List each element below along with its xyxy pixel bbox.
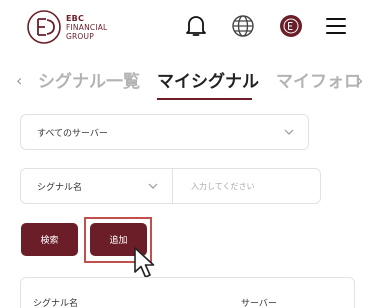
menu-button[interactable]: [322, 12, 350, 40]
header: EBC FINANCIAL GROUP: [0, 0, 375, 56]
globe-icon: [232, 15, 254, 37]
mouse-cursor-icon: [134, 247, 155, 278]
bell-icon: [186, 16, 206, 36]
notifications-button[interactable]: [182, 12, 210, 40]
column-header-signal-name: シグナル名: [33, 299, 79, 308]
language-button[interactable]: [229, 12, 257, 40]
logo-line-1: EBC: [66, 13, 85, 23]
signal-search-input[interactable]: [181, 169, 316, 203]
tabs-scroll-left-icon[interactable]: ‹: [16, 71, 22, 90]
column-header-server: サーバー: [241, 299, 277, 308]
logo-text: EBC FINANCIAL GROUP: [66, 14, 107, 41]
tab-bar: ‹ シグナル一覧 マイシグナル マイフォロ ›: [0, 62, 375, 102]
chevron-down-icon: [284, 129, 294, 135]
logo-line-3: GROUP: [66, 31, 94, 41]
ebc-logo[interactable]: EBC FINANCIAL GROUP: [26, 9, 107, 45]
ebc-logo-mark-icon: [27, 10, 61, 44]
search-button[interactable]: 検索: [21, 223, 78, 256]
server-select-value: すべてのサーバー: [37, 129, 108, 139]
signals-table: シグナル名 サーバー: [20, 277, 355, 308]
tabs-scroll-right-icon[interactable]: ›: [357, 71, 363, 90]
tab-signal-list[interactable]: シグナル一覧: [38, 67, 140, 92]
field-divider: [172, 169, 173, 203]
tab-my-signals[interactable]: マイシグナル: [157, 67, 259, 92]
signal-field-select-value[interactable]: シグナル名: [37, 180, 82, 193]
server-select[interactable]: すべてのサーバー: [20, 114, 309, 150]
account-button[interactable]: [277, 12, 305, 40]
brand-badge-icon: [280, 15, 302, 37]
hamburger-menu-icon: [326, 18, 346, 34]
logo-line-2: FINANCIAL: [66, 22, 108, 32]
tab-my-follow[interactable]: マイフォロ: [276, 67, 361, 92]
active-tab-indicator: [157, 98, 252, 100]
signal-filter-row: シグナル名: [20, 168, 321, 204]
chevron-down-icon[interactable]: [148, 181, 158, 191]
